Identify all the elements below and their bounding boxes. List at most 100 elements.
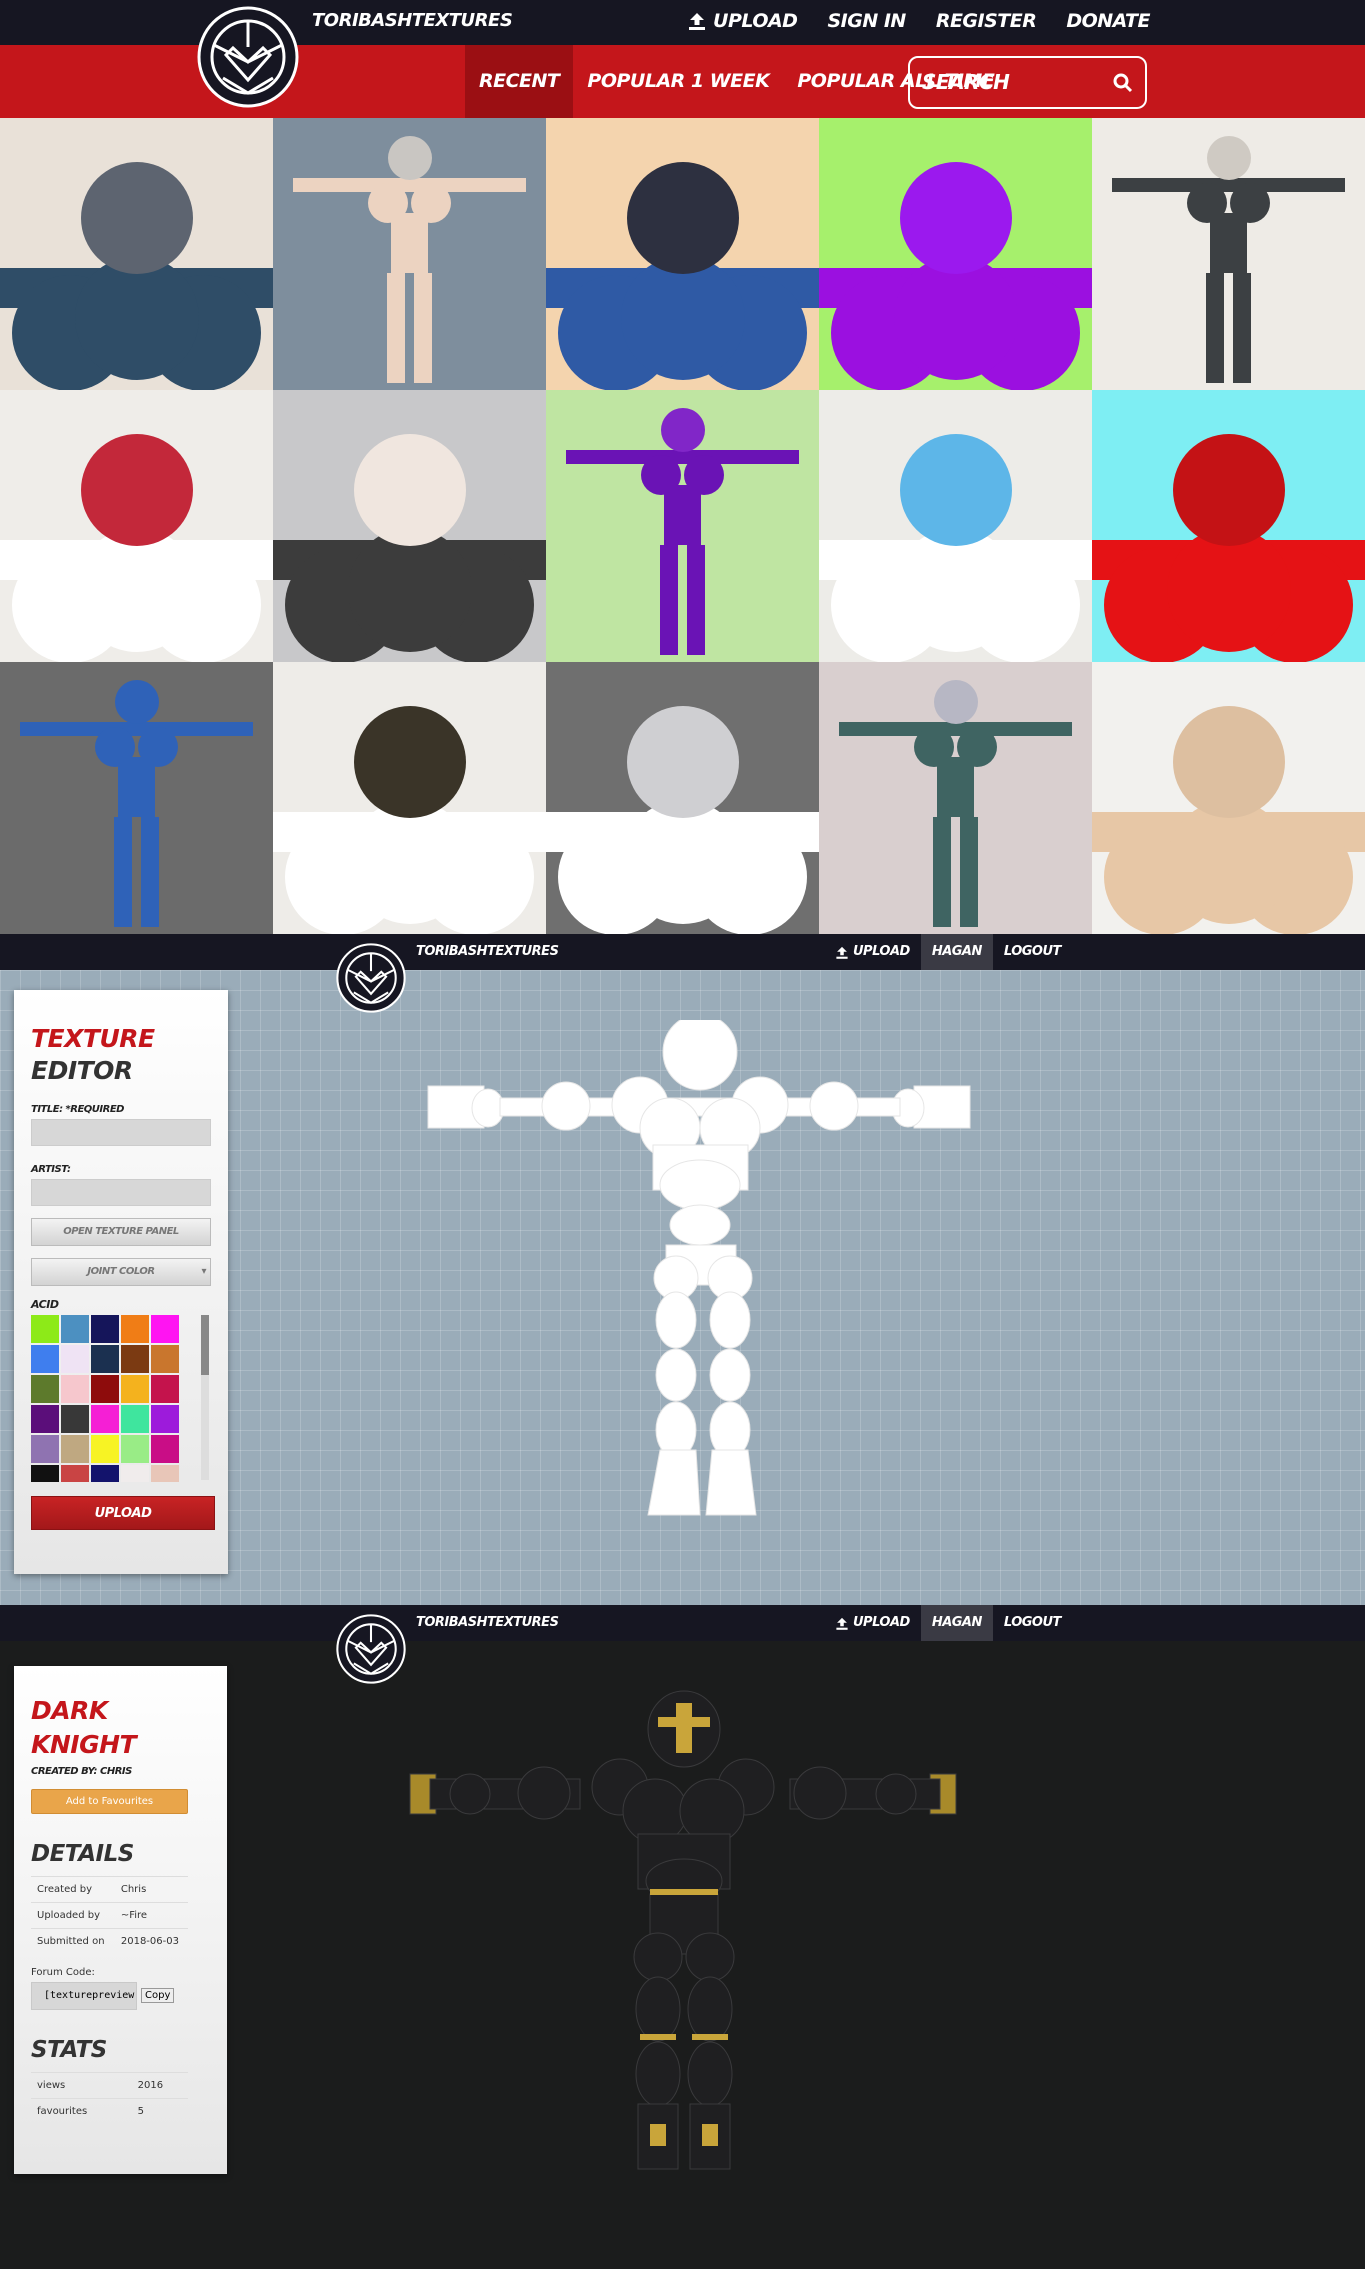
texture-thumbnail[interactable]	[273, 118, 546, 390]
upload-label: UPLOAD	[713, 10, 798, 32]
table-row: views 2016	[31, 2071, 188, 2098]
color-swatch[interactable]	[91, 1375, 119, 1403]
color-swatch[interactable]	[121, 1375, 149, 1403]
site-logo-icon[interactable]	[197, 0, 299, 114]
search-input[interactable]: SEARCH	[908, 56, 1147, 109]
texture-thumbnail[interactable]	[0, 662, 273, 934]
site-logo-icon[interactable]	[336, 938, 406, 1018]
user-profile-link[interactable]: HAGAN	[920, 934, 993, 970]
upload-texture-button[interactable]: UPLOAD	[31, 1496, 215, 1530]
stats-table: views 2016 favourites 5	[31, 2071, 188, 2124]
texture-thumbnail[interactable]	[1092, 390, 1365, 662]
color-swatch[interactable]	[121, 1345, 149, 1373]
logout-link[interactable]: LOGOUT	[993, 1605, 1072, 1641]
color-swatch[interactable]	[61, 1315, 89, 1343]
texture-thumbnail[interactable]	[1092, 662, 1365, 934]
tab-recent[interactable]: RECENT	[465, 45, 574, 118]
artist-field[interactable]	[31, 1179, 211, 1206]
site-name[interactable]: TORIBASHTEXTURES	[416, 1615, 559, 1630]
color-swatch[interactable]	[121, 1435, 149, 1463]
site-name[interactable]: TORIBASHTEXTURES	[312, 10, 513, 31]
sign-in-link[interactable]: SIGN IN	[827, 10, 906, 32]
texture-thumbnail[interactable]	[0, 390, 273, 662]
open-texture-panel-button[interactable]: OPEN TEXTURE PANEL	[31, 1218, 211, 1246]
color-swatch[interactable]	[121, 1405, 149, 1433]
texture-thumbnail[interactable]	[819, 118, 1092, 390]
color-swatch[interactable]	[91, 1345, 119, 1373]
stat-key: views	[31, 2071, 132, 2098]
color-swatch[interactable]	[31, 1465, 59, 1482]
site-logo-icon[interactable]	[336, 1609, 406, 1689]
dark-knight-model[interactable]	[400, 1689, 970, 2249]
color-swatch[interactable]	[61, 1345, 89, 1373]
user-profile-link[interactable]: HAGAN	[920, 1605, 993, 1641]
register-link[interactable]: REGISTER	[936, 10, 1037, 32]
color-swatch[interactable]	[151, 1345, 179, 1373]
color-swatch[interactable]	[31, 1405, 59, 1433]
color-swatch[interactable]	[31, 1375, 59, 1403]
texture-thumbnail[interactable]	[0, 118, 273, 390]
created-by-line: CREATED BY: CHRIS	[31, 1766, 132, 1777]
ragdoll-preview	[0, 162, 273, 390]
color-swatch[interactable]	[91, 1315, 119, 1343]
ragdoll-preview	[546, 706, 819, 934]
color-swatch[interactable]	[31, 1345, 59, 1373]
upload-link[interactable]: UPLOAD	[824, 934, 921, 970]
forum-code-field[interactable]: [texturepreview	[31, 1981, 137, 2010]
logout-link[interactable]: LOGOUT	[993, 934, 1072, 970]
color-swatch[interactable]	[151, 1465, 179, 1482]
table-row: Created by Chris	[31, 1876, 188, 1903]
upload-link[interactable]: UPLOAD	[687, 10, 798, 32]
editor-navbar: TORIBASHTEXTURES UPLOAD HAGAN LOGOUT	[0, 934, 1365, 970]
color-swatch[interactable]	[31, 1435, 59, 1463]
color-swatch[interactable]	[151, 1435, 179, 1463]
color-swatch[interactable]	[91, 1435, 119, 1463]
texture-grid	[0, 118, 1365, 934]
ragdoll-preview	[546, 162, 819, 390]
upload-link[interactable]: UPLOAD	[824, 1605, 921, 1641]
texture-thumbnail[interactable]	[819, 390, 1092, 662]
white-ragdoll-model[interactable]	[420, 1020, 980, 1540]
search-icon[interactable]	[1113, 58, 1133, 125]
texture-thumbnail[interactable]	[546, 118, 819, 390]
color-swatch[interactable]	[151, 1375, 179, 1403]
color-palette	[31, 1315, 211, 1482]
ragdoll-preview	[1112, 136, 1345, 383]
user-links: UPLOAD HAGAN LOGOUT	[824, 934, 1072, 970]
copy-button[interactable]: Copy	[141, 1988, 175, 2003]
upload-label: UPLOAD	[853, 1615, 910, 1630]
ragdoll-preview	[273, 706, 546, 934]
upload-icon	[689, 13, 706, 30]
color-swatch[interactable]	[151, 1315, 179, 1343]
texture-thumbnail[interactable]	[273, 390, 546, 662]
palette-scroll-thumb[interactable]	[201, 1315, 209, 1375]
gallery-page: TORIBASHTEXTURES UPLOAD SIGN IN REGISTER…	[0, 0, 1365, 934]
color-swatch[interactable]	[31, 1315, 59, 1343]
ragdoll-preview	[819, 162, 1092, 390]
color-swatch[interactable]	[61, 1375, 89, 1403]
stat-value: 5	[131, 2097, 188, 2124]
color-swatch[interactable]	[61, 1405, 89, 1433]
color-swatch[interactable]	[121, 1315, 149, 1343]
joint-color-select[interactable]: JOINT COLOR ▾	[31, 1258, 211, 1286]
texture-thumbnail[interactable]	[546, 390, 819, 662]
detail-value: ~Fire	[114, 1902, 188, 1929]
color-swatch[interactable]	[151, 1405, 179, 1433]
color-swatch[interactable]	[61, 1435, 89, 1463]
texture-thumbnail[interactable]	[273, 662, 546, 934]
palette-scrollbar[interactable]	[201, 1315, 209, 1480]
texture-thumbnail[interactable]	[546, 662, 819, 934]
color-swatch[interactable]	[121, 1465, 149, 1482]
color-swatch[interactable]	[91, 1465, 119, 1482]
stat-key: favourites	[31, 2097, 132, 2124]
donate-link[interactable]: DONATE	[1066, 10, 1150, 32]
color-swatch[interactable]	[61, 1465, 89, 1482]
texture-thumbnail[interactable]	[1092, 118, 1365, 390]
add-to-favourites-button[interactable]: Add to Favourites	[31, 1789, 188, 1814]
table-row: Uploaded by ~Fire	[31, 1902, 188, 1929]
site-name[interactable]: TORIBASHTEXTURES	[416, 944, 559, 959]
tab-popular-1-week[interactable]: POPULAR 1 WEEK	[573, 45, 783, 118]
color-swatch[interactable]	[91, 1405, 119, 1433]
title-field[interactable]	[31, 1119, 211, 1146]
texture-thumbnail[interactable]	[819, 662, 1092, 934]
